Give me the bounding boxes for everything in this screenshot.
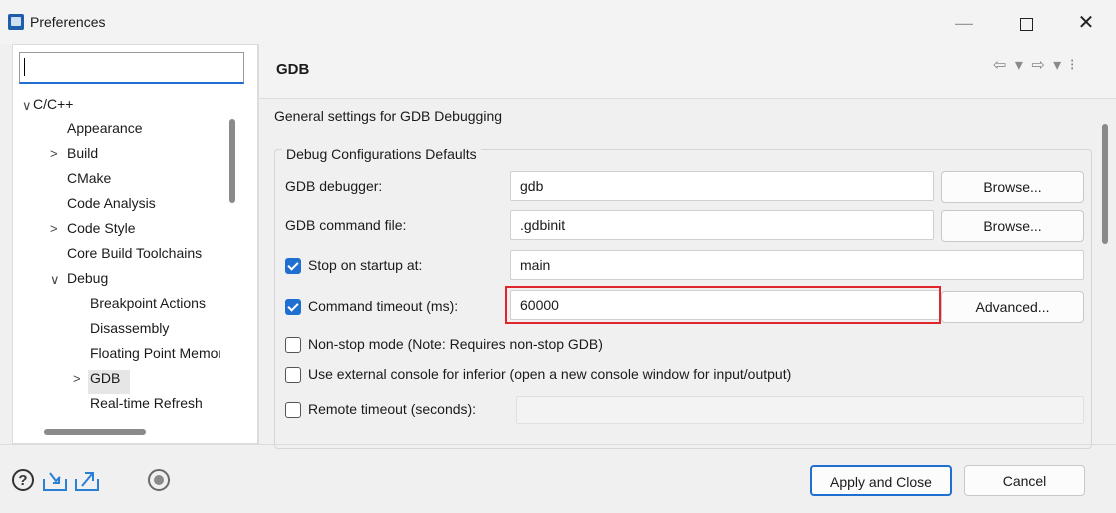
gdb-command-file-field[interactable]: .gdbinit	[510, 210, 934, 240]
tree-item-code-style[interactable]: Code Style	[67, 220, 135, 236]
page-header	[259, 44, 1116, 98]
filter-input[interactable]	[19, 52, 244, 84]
browse-debugger-button[interactable]: Browse...	[941, 171, 1084, 203]
record-macro-icon[interactable]	[148, 469, 170, 491]
navigation-arrows-icon[interactable]: ⇦ ▾ ⇨ ▾ ⁝	[993, 55, 1077, 75]
tree-item-cpp[interactable]: C/C++	[33, 96, 73, 112]
non-stop-label: Non-stop mode (Note: Requires non-stop G…	[308, 336, 603, 352]
tree-item-breakpoint-actions[interactable]: Breakpoint Actions	[90, 295, 206, 311]
page-title: GDB	[276, 61, 310, 78]
tree-item-disassembly[interactable]: Disassembly	[90, 320, 169, 336]
tree-item-debug[interactable]: Debug	[67, 270, 108, 286]
stop-on-startup-field[interactable]: main	[510, 250, 1084, 280]
chevron-down-icon[interactable]: ∨	[50, 272, 60, 288]
advanced-button[interactable]: Advanced...	[941, 291, 1084, 323]
gdb-debugger-field[interactable]: gdb	[510, 171, 934, 201]
stop-on-startup-label: Stop on startup at:	[308, 257, 423, 273]
export-icon[interactable]	[73, 469, 101, 493]
gdb-command-file-label: GDB command file:	[285, 217, 407, 233]
page-description: General settings for GDB Debugging	[274, 108, 503, 124]
minimize-button[interactable]: —	[944, 10, 984, 36]
footer-separator	[0, 444, 1116, 445]
chevron-right-icon[interactable]: >	[50, 221, 58, 236]
command-timeout-checkbox[interactable]	[285, 299, 301, 315]
remote-timeout-checkbox[interactable]	[285, 402, 301, 418]
external-console-checkbox[interactable]	[285, 367, 301, 383]
page-vertical-scrollbar[interactable]	[1102, 124, 1108, 244]
tree-item-cmake[interactable]: CMake	[67, 170, 111, 186]
external-console-label: Use external console for inferior (open …	[308, 366, 792, 382]
tree-item-floating-point[interactable]: Floating Point Memory	[90, 345, 220, 361]
browse-command-file-button[interactable]: Browse...	[941, 210, 1084, 242]
tree-item-realtime-refresh[interactable]: Real-time Refresh	[90, 395, 203, 411]
tree-item-build[interactable]: Build	[67, 145, 98, 161]
window-title: Preferences	[30, 14, 106, 30]
maximize-icon	[1019, 17, 1033, 31]
command-timeout-label: Command timeout (ms):	[308, 298, 459, 314]
apply-and-close-button[interactable]: Apply and Close	[810, 465, 952, 496]
chevron-down-icon[interactable]: ∨	[22, 98, 32, 114]
remote-timeout-label: Remote timeout (seconds):	[308, 401, 477, 417]
close-button[interactable]: ✕	[1066, 10, 1106, 36]
tree-vertical-scrollbar[interactable]	[229, 119, 235, 203]
maximize-button[interactable]	[1006, 10, 1046, 36]
tree-item-appearance[interactable]: Appearance	[67, 120, 143, 136]
gdb-debugger-label: GDB debugger:	[285, 178, 383, 194]
eclipse-app-icon	[8, 14, 24, 30]
tree-item-gdb[interactable]: GDB	[90, 370, 120, 386]
highlight-annotation	[505, 286, 941, 324]
tree-item-core-build-toolchains[interactable]: Core Build Toolchains	[67, 245, 202, 261]
remote-timeout-field[interactable]	[516, 396, 1084, 424]
group-title: Debug Configurations Defaults	[282, 146, 481, 162]
chevron-right-icon[interactable]: >	[50, 146, 58, 161]
cancel-button[interactable]: Cancel	[964, 465, 1085, 496]
help-icon[interactable]: ?	[12, 469, 34, 491]
import-icon[interactable]	[41, 469, 69, 493]
non-stop-checkbox[interactable]	[285, 337, 301, 353]
tree-horizontal-scrollbar[interactable]	[44, 429, 146, 435]
text-caret	[24, 58, 25, 76]
stop-on-startup-checkbox[interactable]	[285, 258, 301, 274]
chevron-right-icon[interactable]: >	[73, 371, 81, 386]
tree-item-code-analysis[interactable]: Code Analysis	[67, 195, 156, 211]
tree: ∨ C/C++ Appearance > Build CMake Code An…	[20, 94, 220, 424]
